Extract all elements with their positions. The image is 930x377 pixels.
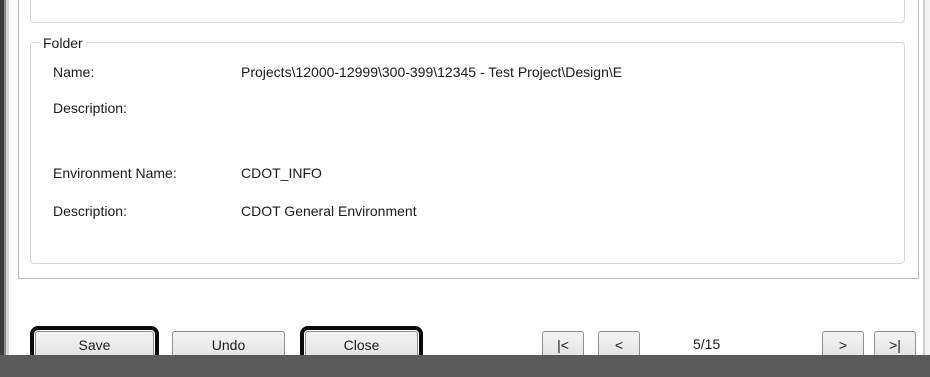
environment-description-label: Description: (53, 203, 127, 219)
folder-name-value: Projects\12000-12999\300-399\12345 - Tes… (241, 64, 623, 80)
upper-group-box (30, 0, 905, 23)
window-bottom-border (0, 355, 930, 377)
last-record-button[interactable]: >| (874, 331, 916, 358)
previous-record-button[interactable]: < (598, 331, 640, 358)
record-position: 5/15 (693, 336, 721, 352)
folder-description-label: Description: (53, 100, 127, 116)
environment-name-label: Environment Name: (53, 165, 177, 181)
environment-description-value: CDOT General Environment (241, 203, 417, 219)
first-record-button[interactable]: |< (542, 331, 584, 358)
window-left-edge (0, 0, 9, 355)
environment-name-value: CDOT_INFO (241, 165, 322, 181)
close-button[interactable]: Close (300, 326, 423, 363)
folder-group-title: Folder (40, 35, 86, 51)
folder-name-label: Name: (53, 64, 95, 80)
undo-button[interactable]: Undo (172, 331, 285, 358)
window-right-edge (923, 0, 930, 355)
save-button[interactable]: Save (30, 326, 159, 363)
next-record-button[interactable]: > (822, 331, 864, 358)
